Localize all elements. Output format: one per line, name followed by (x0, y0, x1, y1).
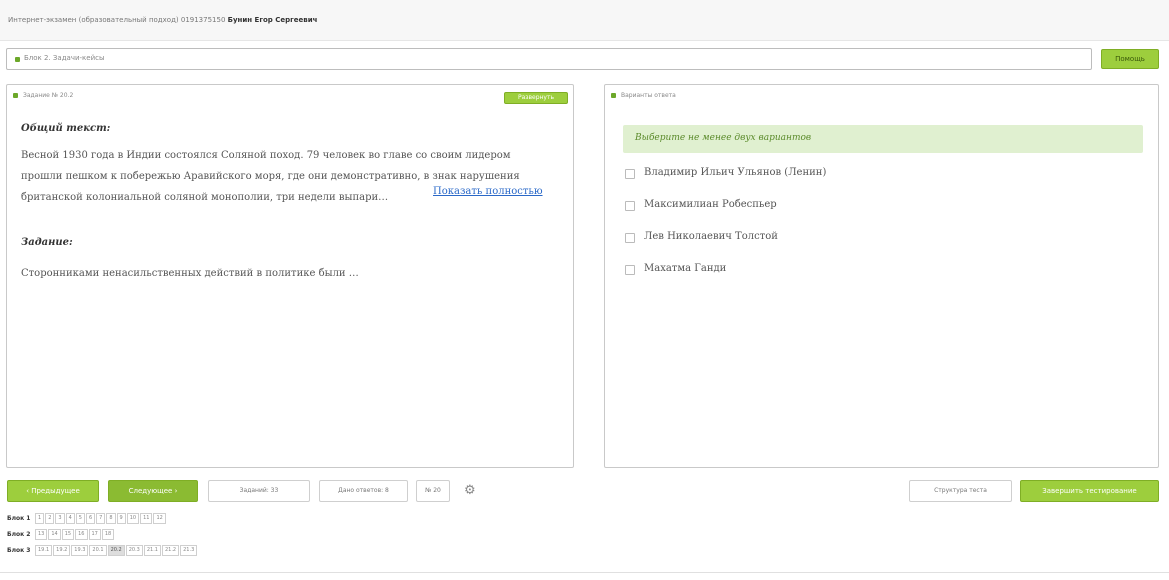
task-number-cell[interactable]: 16 (75, 529, 88, 540)
block-label: Блок 2. Задачи-кейсы (24, 54, 105, 62)
task-panel-header: Задание № 20.2 (13, 92, 73, 99)
task-number-cell[interactable]: 5 (75, 513, 85, 524)
task-number-cell[interactable]: 20.1 (89, 545, 107, 556)
task-number-cell[interactable]: 3 (55, 513, 65, 524)
help-button[interactable]: Помощь (1101, 49, 1159, 69)
checkbox[interactable] (625, 265, 635, 275)
current-number-button[interactable]: № 20 (416, 480, 450, 502)
answer-text: Махатма Ганди (644, 263, 727, 274)
task-label: Задание: (21, 237, 73, 248)
task-panel: Задание № 20.2 Развернуть Общий текст: В… (6, 84, 574, 468)
block-row: Блок 2 13 14 15 16 17 18 (7, 529, 115, 540)
block-selector[interactable]: Блок 2. Задачи-кейсы (6, 48, 1092, 70)
task-number-cell[interactable]: 8 (106, 513, 116, 524)
answers-indicator-icon (611, 93, 616, 98)
expand-button[interactable]: Развернуть (504, 92, 568, 104)
answers-title: Варианты ответа (621, 92, 676, 99)
block-cells: 1 2 3 4 5 6 7 8 9 10 11 12 (35, 513, 167, 524)
common-text: Весной 1930 года в Индии состоялся Солян… (21, 150, 520, 203)
answer-text: Лев Николаевич Толстой (644, 231, 778, 242)
common-text-label: Общий текст: (21, 123, 111, 134)
next-button[interactable]: Следующее › (108, 480, 198, 502)
task-indicator-icon (13, 93, 18, 98)
block-row-label: Блок 3 (7, 547, 31, 554)
tasks-count-button[interactable]: Заданий: 33 (208, 480, 310, 502)
task-number-cell[interactable]: 10 (126, 513, 140, 524)
task-number-cell[interactable]: 1 (35, 513, 45, 524)
task-number-cell[interactable]: 20.3 (125, 545, 143, 556)
hint-text: Выберите не менее двух вариантов (635, 133, 812, 143)
task-number-cell[interactable]: 13 (35, 529, 48, 540)
task-number-cell[interactable]: 19.3 (71, 545, 89, 556)
block-row: Блок 1 1 2 3 4 5 6 7 8 9 10 11 12 (7, 513, 167, 524)
task-number-cell[interactable]: 4 (65, 513, 75, 524)
task-number-cell[interactable]: 11 (140, 513, 153, 524)
divider (0, 572, 1169, 573)
block-cells: 13 14 15 16 17 18 (35, 529, 115, 540)
task-number-cell[interactable]: 19.2 (53, 545, 71, 556)
header-text: Интернет-экзамен (образовательный подход… (8, 16, 318, 24)
finish-button[interactable]: Завершить тестирование (1020, 480, 1159, 502)
checkbox[interactable] (625, 201, 635, 211)
gear-icon[interactable]: ⚙ (464, 483, 476, 498)
task-number-cell[interactable]: 19.1 (35, 545, 53, 556)
block-cells: 19.1 19.2 19.3 20.1 20.2 20.3 21.1 21.2 21.3 (35, 545, 198, 556)
task-number-cell[interactable]: 14 (48, 529, 61, 540)
show-full-link[interactable]: Показать полностью (433, 186, 543, 197)
task-number-cell[interactable]: 17 (88, 529, 101, 540)
task-number-cell[interactable]: 20.2 (107, 545, 125, 556)
task-number-cell[interactable]: 21.2 (161, 545, 180, 556)
answers-panel: Варианты ответа Выберите не менее двух в… (604, 84, 1159, 468)
header-bar: Интернет-экзамен (образовательный подход… (0, 0, 1169, 41)
task-number-cell[interactable]: 9 (116, 513, 126, 524)
answer-text: Максимилиан Робеспьер (644, 199, 777, 210)
task-text: Сторонниками ненасильственных действий в… (21, 268, 359, 279)
task-number-cell[interactable]: 21.1 (143, 545, 161, 556)
task-number-cell[interactable]: 6 (85, 513, 96, 524)
block-row: Блок 3 19.1 19.2 19.3 20.1 20.2 20.3 21.1 21.2 21… (7, 545, 198, 556)
answers-panel-header: Варианты ответа (611, 92, 676, 99)
hint-box: Выберите не менее двух вариантов (623, 125, 1143, 153)
task-title: Задание № 20.2 (23, 92, 74, 99)
task-number-cell[interactable]: 15 (61, 529, 75, 540)
user-name: Бунин Егор Сергеевич (227, 16, 318, 24)
task-number-cell[interactable]: 12 (153, 513, 166, 524)
structure-button[interactable]: Структура теста (909, 480, 1012, 502)
task-number-cell[interactable]: 18 (101, 529, 115, 540)
task-number-cell[interactable]: 7 (96, 513, 106, 524)
block-indicator-icon (15, 57, 20, 62)
prev-button[interactable]: ‹ Предыдущее (7, 480, 99, 502)
block-row-label: Блок 2 (7, 531, 31, 538)
checkbox[interactable] (625, 169, 635, 179)
checkbox[interactable] (625, 233, 635, 243)
answer-text: Владимир Ильич Ульянов (Ленин) (644, 167, 827, 178)
block-row-label: Блок 1 (7, 515, 31, 522)
answers-given-button[interactable]: Дано ответов: 8 (319, 480, 408, 502)
task-number-cell[interactable]: 21.3 (180, 545, 198, 556)
task-number-cell[interactable]: 2 (45, 513, 55, 524)
